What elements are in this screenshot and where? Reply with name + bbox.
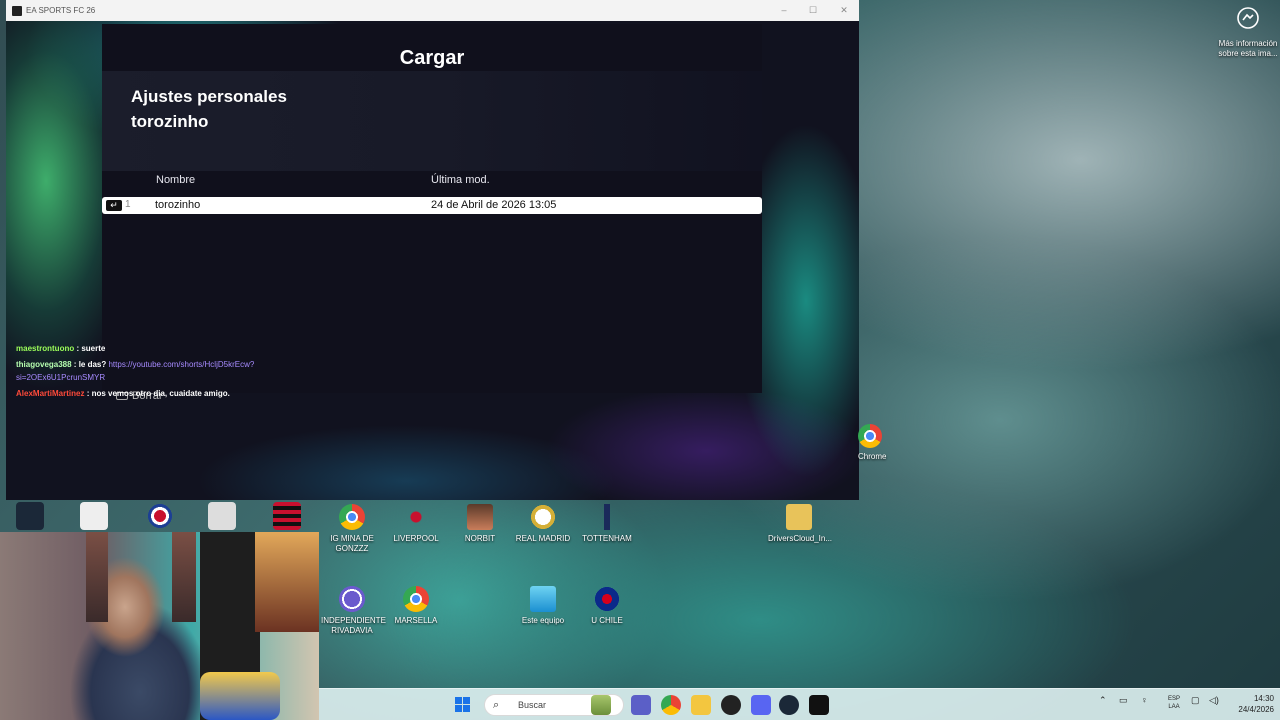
chat-username: AlexMartiMartinez <box>16 389 85 398</box>
keyboard-layout: LAA <box>1168 704 1180 710</box>
window-title: EA SPORTS FC 26 <box>26 6 96 15</box>
flamengo-icon[interactable] <box>273 502 301 530</box>
volume-icon[interactable]: ◁) <box>1209 695 1219 706</box>
row-date: 24 de Abril de 2026 13:05 <box>431 199 557 211</box>
clock-time: 14:30 <box>1253 694 1274 703</box>
chat-text: : suerte <box>74 344 106 353</box>
game-window: EA SPORTS FC 26 – ☐ ✕ Cargar Ajustes per… <box>6 0 859 500</box>
monitor-icon <box>530 586 556 612</box>
chat-message: AlexMartiMartinez : nos vemos otro dia, … <box>16 387 306 400</box>
maximize-button[interactable]: ☐ <box>807 4 819 16</box>
wallpaper-info[interactable]: Más información sobre esta ima... <box>1212 6 1280 59</box>
desktop-icon-independiente[interactable]: INDEPENDIENTE RIVADAVIA <box>321 586 386 636</box>
stream-chat: maestrontuono : suerte thiagovega388 : l… <box>16 342 306 403</box>
desktop-icon-label: LIVERPOOL <box>393 534 439 543</box>
search-placeholder: Buscar <box>518 700 547 710</box>
display-icon[interactable]: ▢ <box>1191 695 1200 706</box>
section-title-text: Ajustes personales <box>131 87 287 106</box>
desktop-icon-label: MARSELLA <box>394 616 438 625</box>
desktop-icon-label: DriversCloud_In... <box>768 534 833 543</box>
tottenham-icon <box>594 504 620 530</box>
desktop-icon-ig-mina[interactable]: IG MINA DE GONZZZ <box>321 504 383 554</box>
column-header-modified[interactable]: Última mod. <box>431 174 490 186</box>
row-index: 1 <box>125 199 131 210</box>
minimize-button[interactable]: – <box>778 4 790 16</box>
desktop-icon-tottenham[interactable]: TOTTENHAM <box>576 504 638 544</box>
chat-text: : le das? <box>71 360 109 369</box>
wallpaper-info-text: Más información sobre esta ima... <box>1218 39 1278 58</box>
chat-message: maestrontuono : suerte <box>16 342 306 355</box>
chat-message: thiagovega388 : le das? https://youtube.… <box>16 358 306 384</box>
game-app-icon[interactable] <box>809 695 829 715</box>
window-titlebar[interactable]: EA SPORTS FC 26 – ☐ ✕ <box>6 0 859 21</box>
desktop-icon-real-madrid[interactable]: REAL MADRID <box>512 504 574 544</box>
chevron-up-icon[interactable]: ⌃ <box>1099 695 1107 706</box>
desktop-icon-marsella[interactable]: MARSELLA <box>385 586 447 626</box>
desktop-icon-row <box>0 500 320 532</box>
profile-name: torozinho <box>131 112 209 131</box>
close-button[interactable]: ✕ <box>838 4 850 16</box>
clock-date: 24/4/2026 <box>1238 705 1274 714</box>
desktop-icon-label: INDEPENDIENTE RIVADAVIA <box>321 616 386 635</box>
real-madrid-icon <box>530 504 556 530</box>
desktop-icon-label: U CHILE <box>591 616 623 625</box>
liverpool-icon <box>403 504 429 530</box>
desktop-icon-driverscloud[interactable]: DriversCloud_In... <box>768 504 833 544</box>
language-code: ESP <box>1167 696 1180 702</box>
chrome-icon <box>339 504 365 530</box>
desktop-icon-este-equipo[interactable]: Este equipo <box>512 586 574 626</box>
u-chile-icon <box>594 586 620 612</box>
search-icon: ⌕ <box>493 699 500 711</box>
microphone-icon[interactable]: ♀ <box>1141 695 1148 705</box>
driverscloud-icon <box>786 504 812 530</box>
webcam-background <box>200 672 280 720</box>
wall-poster <box>172 532 196 622</box>
independiente-icon <box>339 586 365 612</box>
section-title: Ajustes personales torozinho <box>131 84 287 134</box>
desktop-icon-label: Chrome <box>858 452 887 461</box>
chat-username: thiagovega388 <box>16 360 72 369</box>
discord-icon[interactable] <box>751 695 771 715</box>
language-indicator[interactable]: ESP LAA <box>1165 695 1183 711</box>
page-title: Cargar <box>399 47 465 69</box>
taskbar: ⌕ Buscar ⌃ ▭ ♀ ESP LAA ▢ ◁) 14:30 24/4/2… <box>319 688 1280 720</box>
chrome-icon[interactable] <box>661 695 681 715</box>
desktop-icon-chrome[interactable]: Chrome <box>858 424 902 461</box>
chrome-icon <box>858 424 882 448</box>
ea-app-icon[interactable] <box>721 695 741 715</box>
chat-text: : nos vemos otro dia, cuaidate amigo. <box>84 389 230 398</box>
desktop-icon-label: TOTTENHAM <box>582 534 632 543</box>
wall-poster <box>255 532 319 632</box>
file-explorer-icon[interactable] <box>691 695 711 715</box>
wall-poster <box>86 532 108 622</box>
desktop-icon-norbit[interactable]: NORBIT <box>449 504 511 544</box>
app-icon <box>12 5 22 16</box>
desktop-icon-label: NORBIT <box>464 534 496 543</box>
steam-icon[interactable] <box>779 695 799 715</box>
clock[interactable]: 14:30 24/4/2026 <box>1228 693 1274 715</box>
chat-username: maestrontuono <box>16 344 75 353</box>
row-name: torozinho <box>155 199 201 211</box>
desktop-icon-label: IG MINA DE GONZZZ <box>330 534 374 553</box>
save-row[interactable]: ↵ 1 torozinho 24 de Abril de 2026 13:05 <box>102 197 762 214</box>
document-icon[interactable] <box>80 502 108 530</box>
club-crest-icon[interactable] <box>146 502 174 530</box>
teams-icon[interactable] <box>631 695 651 715</box>
desktop-icon-label: REAL MADRID <box>515 534 571 543</box>
desktop-icon-label: Este equipo <box>521 616 565 625</box>
start-button[interactable] <box>455 697 471 713</box>
network-icon[interactable]: ▭ <box>1119 695 1128 706</box>
club-crest-icon[interactable] <box>208 502 236 530</box>
column-header-name[interactable]: Nombre <box>156 174 195 186</box>
camera-icon <box>1237 7 1259 29</box>
desktop-icon-liverpool[interactable]: LIVERPOOL <box>385 504 447 544</box>
desktop-icon-u-chile[interactable]: U CHILE <box>576 586 638 626</box>
steam-icon[interactable] <box>16 502 44 530</box>
norbit-icon <box>467 504 493 530</box>
enter-key-icon: ↵ <box>106 200 122 211</box>
chrome-icon <box>403 586 429 612</box>
webcam-feed <box>0 532 319 720</box>
widgets-icon[interactable] <box>591 695 611 715</box>
